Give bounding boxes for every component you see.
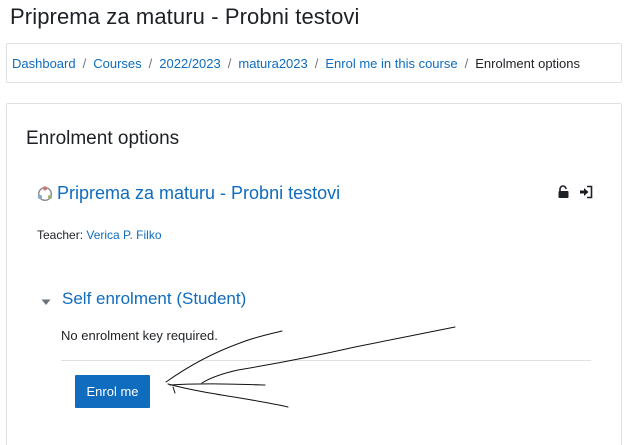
breadcrumb-separator: / [148,55,153,71]
enrol-me-button[interactable]: Enrol me [75,375,150,408]
teacher-info: Teacher: Verica P. Filko [37,228,162,242]
enrolment-options-heading: Enrolment options [26,128,180,149]
course-header: Priprema za maturu - Probni testovi [37,183,593,214]
enrolment-options-card: Enrolment options Priprema za maturu - P… [6,103,622,445]
caret-down-icon [41,294,51,305]
breadcrumb-separator: / [464,55,469,71]
breadcrumb-separator: / [82,55,87,71]
course-icon [37,186,53,202]
teacher-label: Teacher: [37,228,84,242]
breadcrumb-item-enrol[interactable]: Enrol me in this course [325,56,457,71]
self-enrolment-toggle[interactable]: Self enrolment (Student) [41,289,246,309]
breadcrumb-separator: / [314,55,319,71]
page: Priprema za maturu - Probni testovi Dash… [0,0,628,445]
breadcrumb-item-courses[interactable]: Courses [93,56,141,71]
breadcrumb-item-dashboard[interactable]: Dashboard [12,56,76,71]
no-enrolment-key-message: No enrolment key required. [61,328,218,343]
page-title: Priprema za maturu - Probni testovi [10,4,360,29]
breadcrumb-item-category[interactable]: matura2023 [238,56,307,71]
unlock-icon [557,185,570,199]
teacher-name-link[interactable]: Verica P. Filko [86,228,161,242]
breadcrumb-current: Enrolment options [475,55,581,71]
self-enrolment-title: Self enrolment (Student) [62,289,247,308]
enrolment-method-icons [557,185,593,199]
course-name-link[interactable]: Priprema za maturu - Probni testovi [57,183,340,204]
sign-in-icon [579,185,593,199]
breadcrumb-separator: / [227,55,232,71]
divider [61,360,591,361]
breadcrumb-item-year[interactable]: 2022/2023 [159,56,220,71]
breadcrumb: Dashboard / Courses / 2022/2023 / matura… [6,43,622,83]
